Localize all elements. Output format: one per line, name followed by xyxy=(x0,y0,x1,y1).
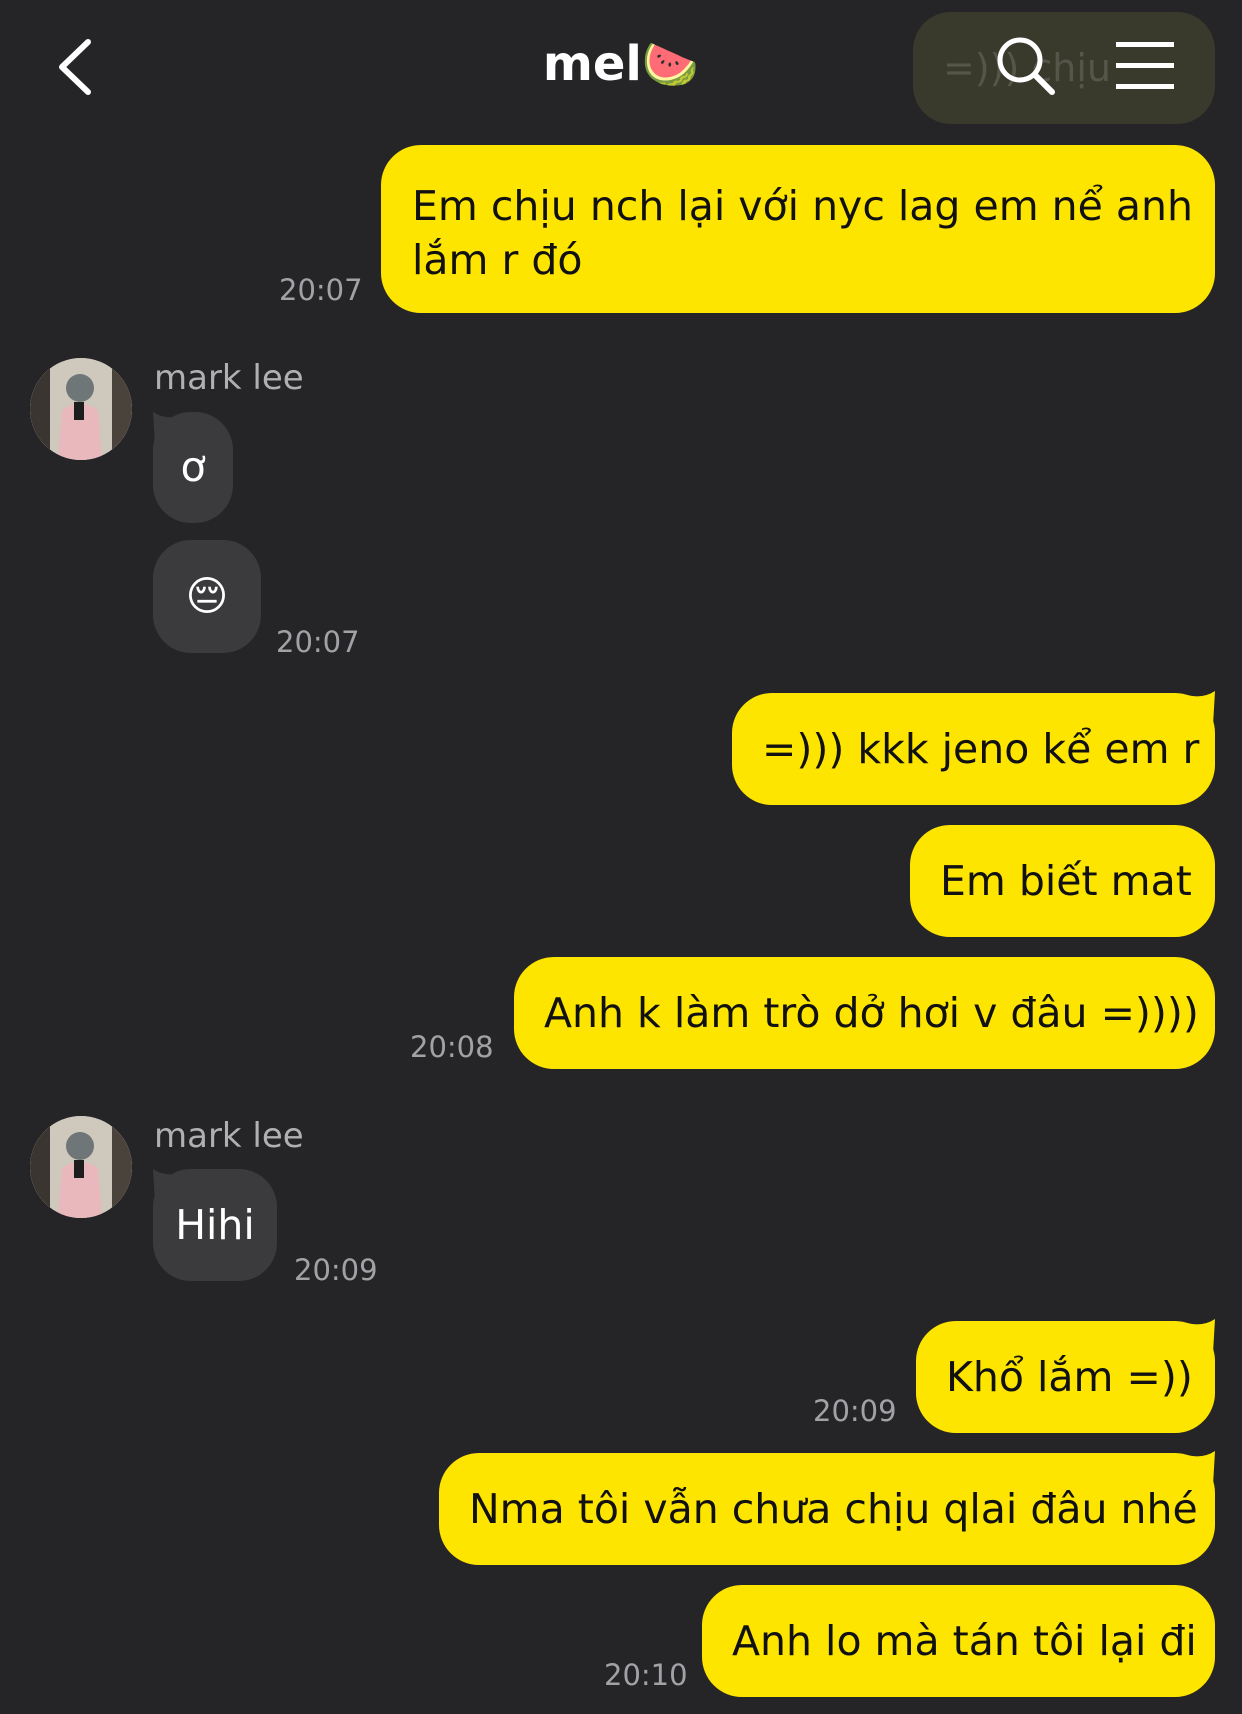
outgoing-message[interactable]: Em chịu nch lại với nyc lag em nể anh lắ… xyxy=(381,145,1215,313)
message-text: Anh k làm trò dở hơi v đâu =)))) xyxy=(544,989,1199,1037)
message-text-line: lắm r đó xyxy=(412,236,583,284)
outgoing-message[interactable]: =))) kkk jeno kể em r xyxy=(732,691,1215,805)
chat-title-text: mel xyxy=(542,36,642,92)
message-time: 20:09 xyxy=(813,1394,897,1428)
avatar[interactable] xyxy=(30,1116,132,1218)
search-icon xyxy=(997,37,1055,95)
message-text: Anh lo mà tán tôi lại đi xyxy=(732,1617,1197,1665)
hamburger-menu-icon xyxy=(1116,42,1174,89)
message-text-line: Em chịu nch lại với nyc lag em nể anh xyxy=(412,182,1194,230)
search-button[interactable] xyxy=(994,34,1058,98)
message-text: Em biết mat xyxy=(940,857,1192,905)
incoming-message[interactable]: Hihi xyxy=(153,1169,277,1281)
sender-name: mark lee xyxy=(154,1116,304,1156)
incoming-message[interactable]: ơ xyxy=(153,412,233,523)
pensive-face-emoji: 😔 xyxy=(185,572,229,620)
message-text: Nma tôi vẫn chưa chịu qlai đâu nhé xyxy=(469,1485,1198,1533)
avatar[interactable] xyxy=(30,358,132,460)
message-time: 20:08 xyxy=(410,1030,494,1064)
bubble-tail xyxy=(1187,1451,1215,1485)
incoming-message[interactable]: 😔 xyxy=(153,540,261,653)
message-time: 20:07 xyxy=(276,625,360,659)
outgoing-message[interactable]: Khổ lắm =)) xyxy=(916,1319,1215,1433)
bubble-tail xyxy=(153,1169,181,1203)
bubble-tail xyxy=(1187,1319,1215,1353)
message-text: =))) kkk jeno kể em r xyxy=(762,725,1200,773)
message-text: Khổ lắm =)) xyxy=(946,1353,1193,1401)
outgoing-message[interactable]: Anh k làm trò dở hơi v đâu =)))) xyxy=(514,957,1215,1069)
watermelon-emoji: 🍉 xyxy=(641,37,700,91)
bubble-tail xyxy=(153,412,181,446)
message-time: 20:09 xyxy=(294,1253,378,1287)
menu-button[interactable] xyxy=(1112,36,1178,96)
outgoing-message[interactable]: Nma tôi vẫn chưa chịu qlai đâu nhé xyxy=(439,1451,1215,1565)
message-text: Hihi xyxy=(175,1201,255,1249)
outgoing-message[interactable]: Anh lo mà tán tôi lại đi xyxy=(702,1585,1215,1697)
message-time: 20:07 xyxy=(279,273,363,307)
bubble-tail xyxy=(1187,691,1215,725)
message-time: 20:10 xyxy=(604,1658,688,1692)
sender-name: mark lee xyxy=(154,358,304,398)
outgoing-message[interactable]: Em biết mat xyxy=(910,825,1215,937)
message-text: ơ xyxy=(180,443,206,491)
chat-header: mel🍉 xyxy=(0,0,1242,130)
